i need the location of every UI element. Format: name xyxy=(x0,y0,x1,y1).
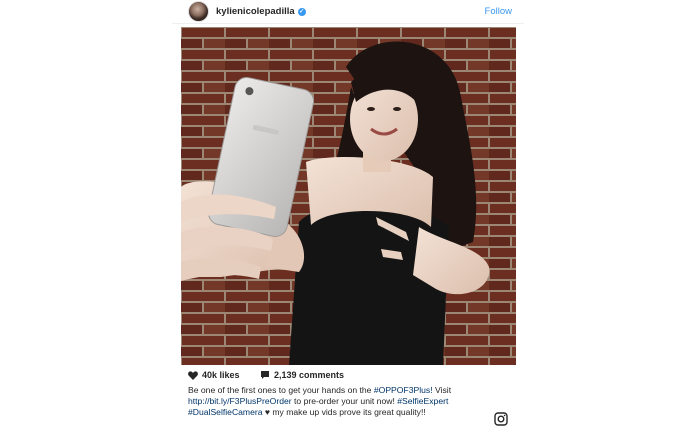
caption-text: Be one of the first ones to get your han… xyxy=(188,385,374,395)
instagram-post: kylienicolepadilla ✓ Follow 40k likes 2,… xyxy=(172,0,524,420)
hashtag-link[interactable]: #SelfieExpert xyxy=(397,396,448,406)
post-caption: Be one of the first ones to get your han… xyxy=(188,385,498,418)
instagram-logo-icon[interactable] xyxy=(494,412,508,426)
username-text[interactable]: kylienicolepadilla xyxy=(216,6,295,17)
caption-text: to pre-order your unit now! xyxy=(291,396,398,406)
caption-text: my make up vids prove its great quality!… xyxy=(270,407,426,417)
likes-text: 40k likes xyxy=(202,370,240,380)
comments-text: 2,139 comments xyxy=(274,370,345,380)
comments-count[interactable]: 2,139 comments xyxy=(260,370,344,380)
comment-icon[interactable] xyxy=(260,370,270,380)
post-photo[interactable] xyxy=(181,27,516,365)
caption-text: Visit xyxy=(432,385,452,395)
verified-badge-icon: ✓ xyxy=(297,8,306,16)
post-actions: 40k likes 2,139 comments xyxy=(188,370,518,384)
post-header: kylienicolepadilla ✓ Follow xyxy=(172,0,524,24)
hashtag-link[interactable]: #DualSelfieCamera xyxy=(188,407,263,417)
likes-count[interactable]: 40k likes xyxy=(188,370,240,380)
header-divider xyxy=(172,23,524,24)
follow-button[interactable]: Follow xyxy=(485,6,512,17)
username-link[interactable]: kylienicolepadilla ✓ xyxy=(216,6,306,17)
avatar[interactable] xyxy=(188,1,209,22)
preorder-link[interactable]: http://bit.ly/F3PlusPreOrder xyxy=(188,396,292,406)
heart-icon[interactable] xyxy=(188,371,198,380)
hashtag-link[interactable]: #OPPOF3Plus! xyxy=(374,385,433,395)
